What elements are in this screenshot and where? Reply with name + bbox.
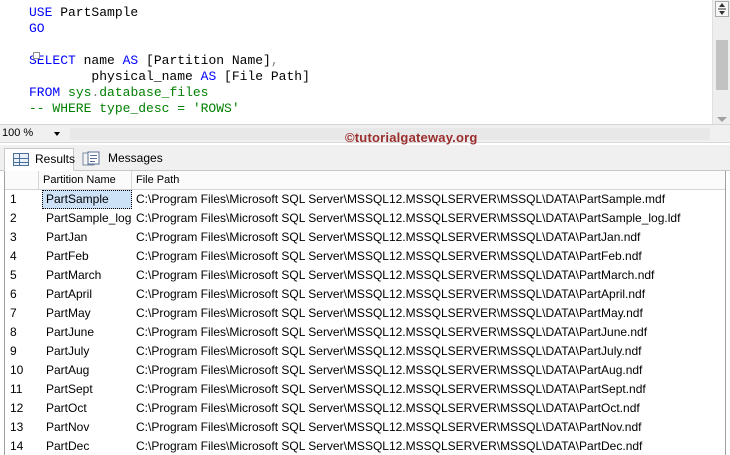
- tab-results[interactable]: Results: [4, 148, 76, 171]
- table-row[interactable]: 4 PartFeb C:\Program Files\Microsoft SQL S…: [5, 247, 725, 266]
- row-number[interactable]: 9: [5, 342, 39, 361]
- table-row[interactable]: 11 PartSept C:\Program Files\Microsoft SQL…: [5, 380, 725, 399]
- table-row[interactable]: 9 PartJuly C:\Program Files\Microsoft SQL …: [5, 342, 725, 361]
- row-number[interactable]: 1: [5, 190, 39, 209]
- cell-partition-name[interactable]: PartJan: [42, 228, 132, 247]
- code-line[interactable]: physical_name AS [File Path]: [0, 64, 712, 84]
- table-row[interactable]: 2 PartSample_log C:\Program Files\Microsof…: [5, 209, 725, 228]
- row-number[interactable]: 10: [5, 361, 39, 380]
- grid-icon: [13, 153, 29, 166]
- row-number[interactable]: 11: [5, 380, 39, 399]
- editor-vertical-scrollbar[interactable]: [712, 0, 730, 124]
- table-row[interactable]: 14 PartDec C:\Program Files\Microsoft SQL …: [5, 437, 725, 455]
- cell-partition-name[interactable]: PartSample_log: [42, 209, 132, 228]
- collapse-toggle-icon[interactable]: [33, 52, 40, 59]
- row-number[interactable]: 2: [5, 209, 39, 228]
- row-number[interactable]: 13: [5, 418, 39, 437]
- query-editor[interactable]: USE PartSample GO SELECT name AS [Partit…: [0, 0, 730, 125]
- cell-file-path[interactable]: C:\Program Files\Microsoft SQL Server\MS…: [132, 399, 725, 418]
- tab-messages[interactable]: Messages: [78, 148, 163, 171]
- table-row[interactable]: 13 PartNov C:\Program Files\Microsoft SQL …: [5, 418, 725, 437]
- code-line[interactable]: [0, 32, 712, 48]
- table-row[interactable]: 8 PartJune C:\Program Files\Microsoft SQL …: [5, 323, 725, 342]
- cell-partition-name[interactable]: PartFeb: [42, 247, 132, 266]
- row-number[interactable]: 4: [5, 247, 39, 266]
- tab-results-label: Results: [35, 152, 76, 166]
- watermark: ©tutorialgateway.org: [345, 130, 478, 145]
- zoom-value: 100 %: [2, 127, 34, 139]
- cell-file-path[interactable]: C:\Program Files\Microsoft SQL Server\MS…: [132, 342, 725, 361]
- results-tabs: Results Messages: [0, 145, 730, 171]
- cell-partition-name[interactable]: PartNov: [42, 418, 132, 437]
- cell-file-path[interactable]: C:\Program Files\Microsoft SQL Server\MS…: [132, 323, 725, 342]
- code-line[interactable]: GO: [0, 16, 712, 36]
- grid-header: Partition Name File Path: [5, 171, 725, 190]
- code-area[interactable]: USE PartSample GO SELECT name AS [Partit…: [0, 0, 712, 116]
- cell-file-path[interactable]: C:\Program Files\Microsoft SQL Server\MS…: [132, 304, 725, 323]
- cell-file-path[interactable]: C:\Program Files\Microsoft SQL Server\MS…: [132, 437, 725, 455]
- table-row[interactable]: 6 PartApril C:\Program Files\Microsoft SQL…: [5, 285, 725, 304]
- cell-partition-name[interactable]: PartMay: [42, 304, 132, 323]
- cell-partition-name[interactable]: PartSample: [42, 190, 132, 209]
- row-number[interactable]: 12: [5, 399, 39, 418]
- cell-file-path[interactable]: C:\Program Files\Microsoft SQL Server\MS…: [132, 228, 725, 247]
- cell-partition-name[interactable]: PartJune: [42, 323, 132, 342]
- column-header-partition-name[interactable]: Partition Name: [39, 171, 132, 190]
- messages-icon: [82, 151, 100, 167]
- table-row[interactable]: 7 PartMay C:\Program Files\Microsoft SQL S…: [5, 304, 725, 323]
- code-line[interactable]: SELECT name AS [Partition Name],: [0, 48, 712, 68]
- cell-file-path[interactable]: C:\Program Files\Microsoft SQL Server\MS…: [132, 418, 725, 437]
- cell-file-path[interactable]: C:\Program Files\Microsoft SQL Server\MS…: [132, 361, 725, 380]
- table-row[interactable]: 5 PartMarch C:\Program Files\Microsoft SQL…: [5, 266, 725, 285]
- table-row[interactable]: 3 PartJan C:\Program Files\Microsoft SQL S…: [5, 228, 725, 247]
- table-row[interactable]: 1 PartSample C:\Program Files\Microsoft SQ…: [5, 190, 725, 209]
- cell-partition-name[interactable]: PartAug: [42, 361, 132, 380]
- row-number[interactable]: 8: [5, 323, 39, 342]
- row-number-header[interactable]: [5, 171, 39, 190]
- cell-file-path[interactable]: C:\Program Files\Microsoft SQL Server\MS…: [132, 209, 725, 228]
- split-icon[interactable]: [715, 1, 729, 17]
- row-number[interactable]: 5: [5, 266, 39, 285]
- cell-partition-name[interactable]: PartMarch: [42, 266, 132, 285]
- table-row[interactable]: 12 PartOct C:\Program Files\Microsoft SQL …: [5, 399, 725, 418]
- zoom-select[interactable]: 100 %: [2, 126, 62, 141]
- results-grid[interactable]: Partition Name File Path 1 PartSample C:\P…: [4, 171, 726, 455]
- code-line[interactable]: FROM sys.database_files: [0, 80, 712, 100]
- cell-partition-name[interactable]: PartDec: [42, 437, 132, 455]
- code-line[interactable]: -- WHERE type_desc = 'ROWS': [0, 96, 712, 116]
- row-number[interactable]: 6: [5, 285, 39, 304]
- cell-partition-name[interactable]: PartApril: [42, 285, 132, 304]
- cell-partition-name[interactable]: PartOct: [42, 399, 132, 418]
- row-number[interactable]: 3: [5, 228, 39, 247]
- cell-file-path[interactable]: C:\Program Files\Microsoft SQL Server\MS…: [132, 190, 725, 209]
- cell-file-path[interactable]: C:\Program Files\Microsoft SQL Server\MS…: [132, 285, 725, 304]
- chevron-down-icon[interactable]: [54, 132, 60, 136]
- code-comment: -- WHERE type_desc = 'ROWS': [29, 101, 240, 116]
- code-line[interactable]: USE PartSample: [0, 0, 712, 20]
- row-number[interactable]: 7: [5, 304, 39, 323]
- cell-file-path[interactable]: C:\Program Files\Microsoft SQL Server\MS…: [132, 247, 725, 266]
- tab-messages-label: Messages: [108, 151, 163, 165]
- scroll-down-icon[interactable]: [717, 117, 727, 122]
- cell-partition-name[interactable]: PartJuly: [42, 342, 132, 361]
- cell-partition-name[interactable]: PartSept: [42, 380, 132, 399]
- table-row[interactable]: 10 PartAug C:\Program Files\Microsoft SQL …: [5, 361, 725, 380]
- cell-file-path[interactable]: C:\Program Files\Microsoft SQL Server\MS…: [132, 266, 725, 285]
- row-number[interactable]: 14: [5, 437, 39, 455]
- scrollbar-thumb[interactable]: [716, 40, 728, 90]
- column-header-file-path[interactable]: File Path: [132, 171, 725, 190]
- cell-file-path[interactable]: C:\Program Files\Microsoft SQL Server\MS…: [132, 380, 725, 399]
